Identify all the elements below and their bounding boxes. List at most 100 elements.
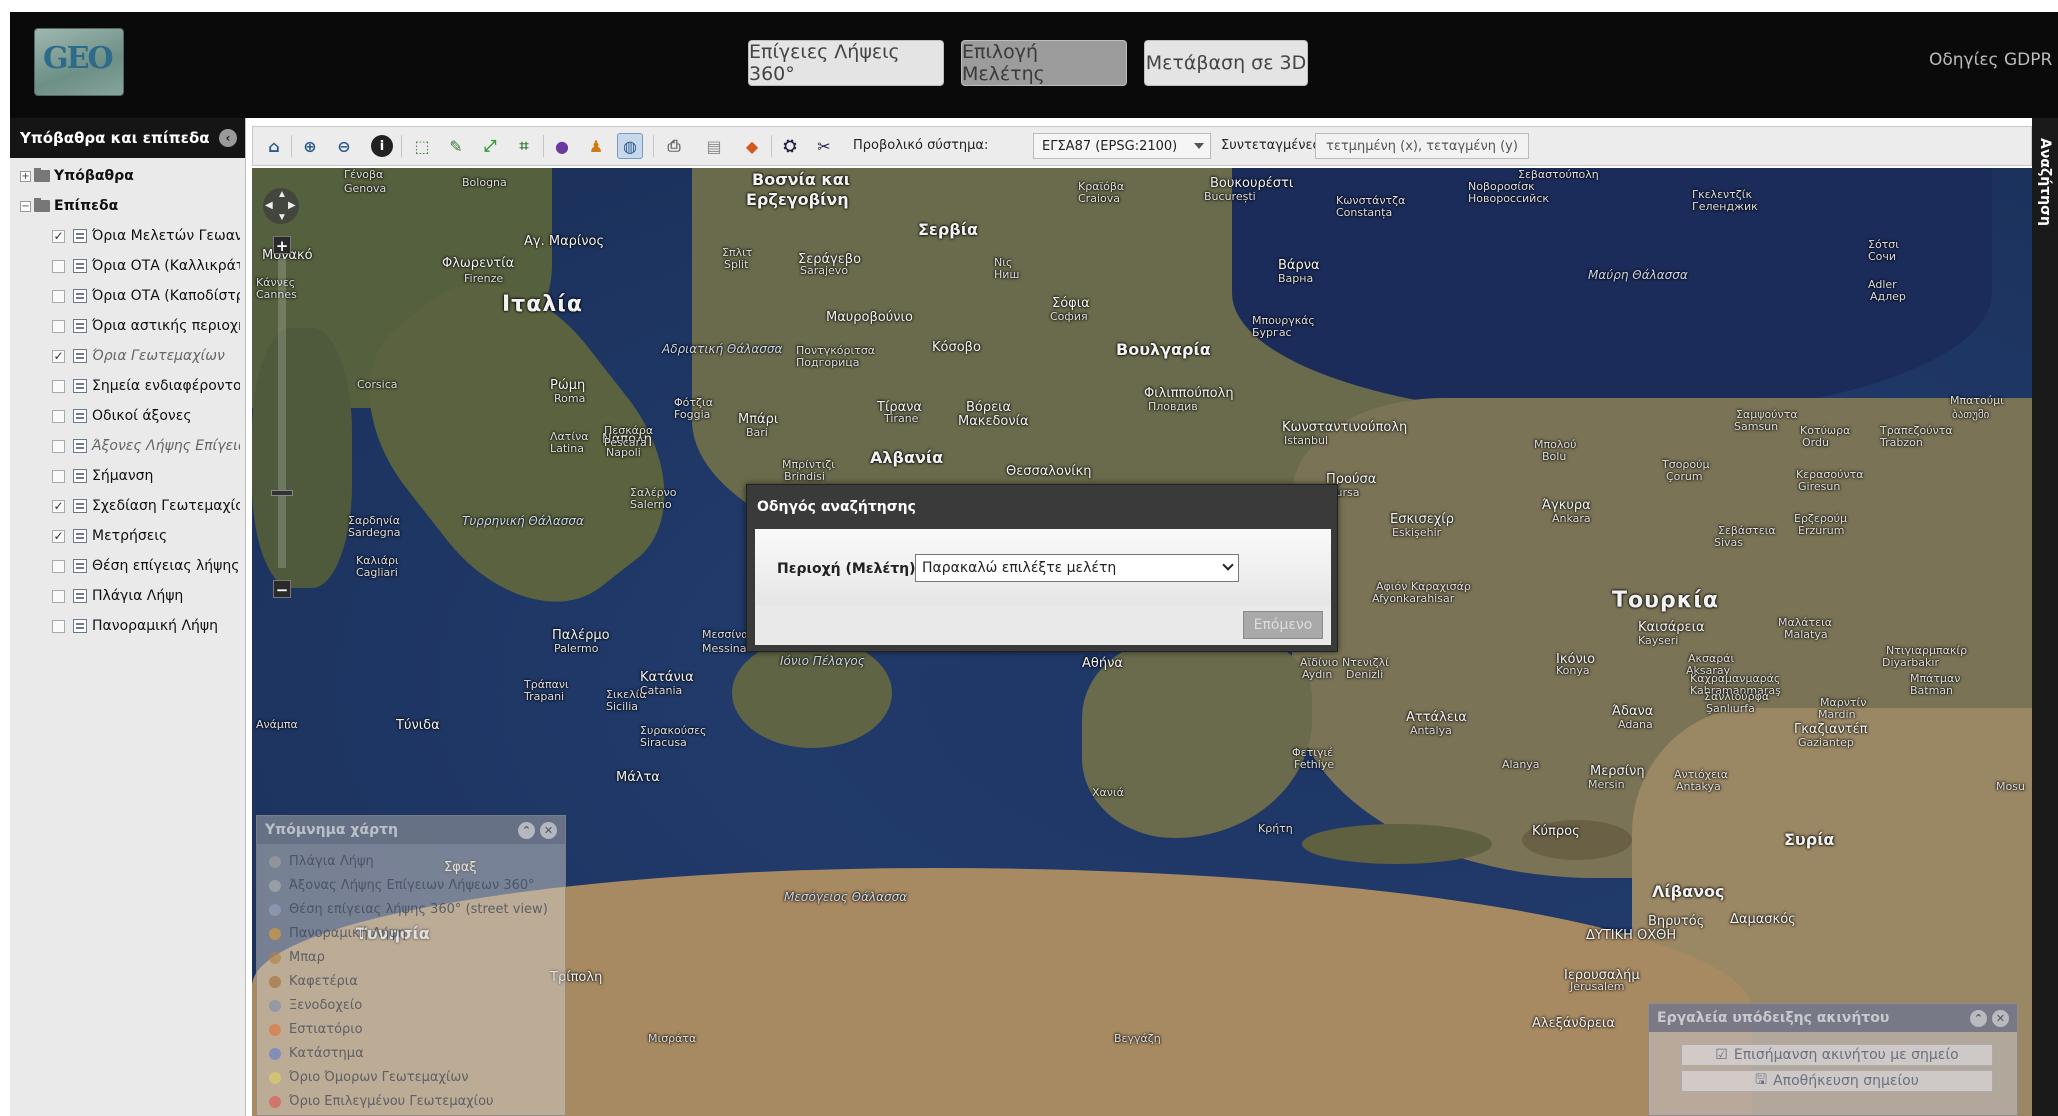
layer-item[interactable]: Σήμανση <box>52 468 240 484</box>
tools-icon[interactable]: ✂ <box>811 133 837 159</box>
checkbox-icon[interactable] <box>52 439 65 453</box>
projection-select[interactable]: ΕΓΣΑ87 (EPSG:2100) <box>1033 133 1211 159</box>
layer-icon <box>73 499 87 513</box>
globe-icon[interactable]: ◍ <box>617 133 643 159</box>
checkbox-checked-icon[interactable]: ✓ <box>52 529 65 543</box>
checkbox-icon[interactable] <box>52 259 65 273</box>
close-icon[interactable]: ✕ <box>540 822 557 839</box>
legend-symbol-icon <box>269 903 281 916</box>
extent-icon[interactable]: ⤢ <box>477 133 503 159</box>
checkbox-icon[interactable] <box>52 319 65 333</box>
layer-item[interactable]: ✓ Σχεδίαση Γεωτεμαχίου <box>52 498 240 514</box>
folder-icon <box>34 168 50 182</box>
eraser-icon[interactable]: ◆ <box>739 133 765 159</box>
legend-title: Υπόμνημα χάρτη <box>265 822 398 838</box>
toolbar-divider <box>771 135 772 157</box>
pan-up-icon[interactable]: ▲ <box>277 189 287 200</box>
map-place-label: Split <box>724 258 749 271</box>
collapse-icon[interactable]: − <box>20 200 31 212</box>
pan-down-icon[interactable]: ▼ <box>277 212 287 223</box>
zoom-in-icon[interactable]: ⊕ <box>297 133 323 159</box>
map-place-label: Istanbul <box>1284 434 1329 447</box>
binoculars-icon[interactable]: ⛭ <box>777 133 803 159</box>
info-icon[interactable]: i <box>371 135 393 157</box>
zoom-slider-handle[interactable] <box>271 490 293 496</box>
home-icon[interactable]: ⌂ <box>261 133 287 159</box>
layer-item[interactable]: Όρια ΟΤΑ (Καλλικράτης) <box>52 258 240 274</box>
collapse-icon[interactable]: ⌃ <box>1970 1010 1987 1027</box>
legend-symbol-icon <box>269 975 281 988</box>
map-place-label: Alanya <box>1502 758 1540 771</box>
pan-control[interactable]: ▲ ▼ ◀ ▶ <box>263 188 299 224</box>
legend-item: Κατάστημα <box>269 1046 364 1061</box>
collapse-left-icon[interactable]: ‹ <box>219 129 237 147</box>
ground-360-button[interactable]: Επίγειες Λήψεις 360° <box>748 40 944 86</box>
save-point-button[interactable]: 🖫 Αποθήκευση σημείου <box>1681 1070 1993 1092</box>
expand-icon[interactable]: + <box>20 170 31 182</box>
legend-item: Όριο Όμορων Γεωτεμαχίων <box>269 1070 469 1085</box>
layer-item[interactable]: Όρια ΟΤΑ (Καποδίστριας <box>52 288 240 304</box>
pan-right-icon[interactable]: ▶ <box>288 200 296 211</box>
layer-item[interactable]: Όρια αστικής περιοχής <box>52 318 240 334</box>
map-place-label: Malatya <box>1784 628 1828 641</box>
zoom-out-icon[interactable]: ⊖ <box>331 133 357 159</box>
checkbox-icon[interactable] <box>52 619 65 633</box>
checkbox-checked-icon[interactable]: ✓ <box>52 229 65 243</box>
crop-icon[interactable]: ⌗ <box>511 133 537 159</box>
layer-item[interactable]: Πανοραμική Λήψη <box>52 618 240 634</box>
search-side-tab[interactable]: Αναζήτηση <box>2032 118 2058 1116</box>
go-3d-button[interactable]: Μετάβαση σε 3D <box>1144 40 1308 86</box>
pan-left-icon[interactable]: ◀ <box>265 200 273 211</box>
map-place-label: Κατάνια <box>640 670 694 685</box>
layer-item[interactable]: Θέση επίγειας λήψης 36 <box>52 558 240 574</box>
checkbox-icon[interactable] <box>52 289 65 303</box>
layer-item[interactable]: ✓ Όρια Γεωτεμαχίων <box>52 348 240 364</box>
person-icon[interactable]: ♟ <box>583 133 609 159</box>
gdpr-link[interactable]: GDPR <box>2004 50 2052 70</box>
map-place-label: Afyonkarahisar <box>1372 592 1455 605</box>
zoom-plus-button[interactable]: + <box>273 236 291 255</box>
checkbox-icon[interactable] <box>52 469 65 483</box>
legend-label: Καφετέρια <box>289 974 358 989</box>
instructions-link[interactable]: Οδηγίες <box>1929 50 1999 70</box>
logo[interactable]: GEO <box>34 28 124 96</box>
zoom-slider[interactable] <box>278 258 286 568</box>
map-place-label: Ниш <box>994 268 1020 281</box>
next-button[interactable]: Επόμενο <box>1243 611 1323 639</box>
map-place-label: Aydın <box>1302 668 1333 681</box>
layer-item[interactable]: ✓ Όρια Μελετών Γεωανάλ <box>52 228 240 244</box>
coords-field[interactable]: τετμημένη (x), τεταγμένη (y) <box>1315 133 1529 159</box>
map-place-label: Адлер <box>1870 290 1906 303</box>
layer-item[interactable]: Πλάγια Λήψη <box>52 588 240 604</box>
checkbox-checked-icon[interactable]: ✓ <box>52 499 65 513</box>
edit-icon[interactable]: ✎ <box>443 133 469 159</box>
map-place-label: Palermo <box>554 642 599 655</box>
collapse-icon[interactable]: ⌃ <box>518 822 535 839</box>
checkbox-icon[interactable] <box>52 589 65 603</box>
checkbox-icon[interactable] <box>52 409 65 423</box>
checkbox-icon[interactable] <box>52 379 65 393</box>
close-icon[interactable]: ✕ <box>1992 1010 2009 1027</box>
mark-property-button[interactable]: ☑ Επισήμανση ακινήτου με σημείο <box>1681 1044 1993 1066</box>
select-study-button[interactable]: Επιλογή Μελέτης <box>961 40 1127 86</box>
export-icon[interactable]: ▤ <box>701 133 727 159</box>
layer-item[interactable]: Άξονες Λήψης Επίγειων <box>52 438 240 454</box>
tree-basemaps[interactable]: + Υπόβαθρα <box>20 168 134 184</box>
study-area-select[interactable]: Παρακαλώ επιλέξτε μελέτη <box>915 554 1239 582</box>
zoom-minus-button[interactable]: − <box>273 580 291 599</box>
legend-item: Άξονας Λήψης Επίγειων Λήψεων 360° <box>269 878 535 893</box>
map-place-label: Siracusa <box>640 736 687 749</box>
toolbar-divider <box>543 135 544 157</box>
checkbox-checked-icon[interactable]: ✓ <box>52 349 65 363</box>
map-place-label: Antakya <box>1676 780 1721 793</box>
print-icon[interactable]: ⎙ <box>661 133 687 159</box>
checkbox-icon[interactable] <box>52 559 65 573</box>
legend-label: Ξενοδοχείο <box>289 998 363 1013</box>
layer-item[interactable]: ✓ Μετρήσεις <box>52 528 240 544</box>
tree-layers[interactable]: − Επίπεδα <box>20 198 118 214</box>
select-icon[interactable]: ⬚ <box>409 133 435 159</box>
map-place-label: Ερζεγοβίνη <box>746 190 849 209</box>
layer-item[interactable]: Οδικοί άξονες <box>52 408 240 424</box>
layer-item[interactable]: Σημεία ενδιαφέροντος <box>52 378 240 394</box>
pin-icon[interactable]: ● <box>549 133 575 159</box>
